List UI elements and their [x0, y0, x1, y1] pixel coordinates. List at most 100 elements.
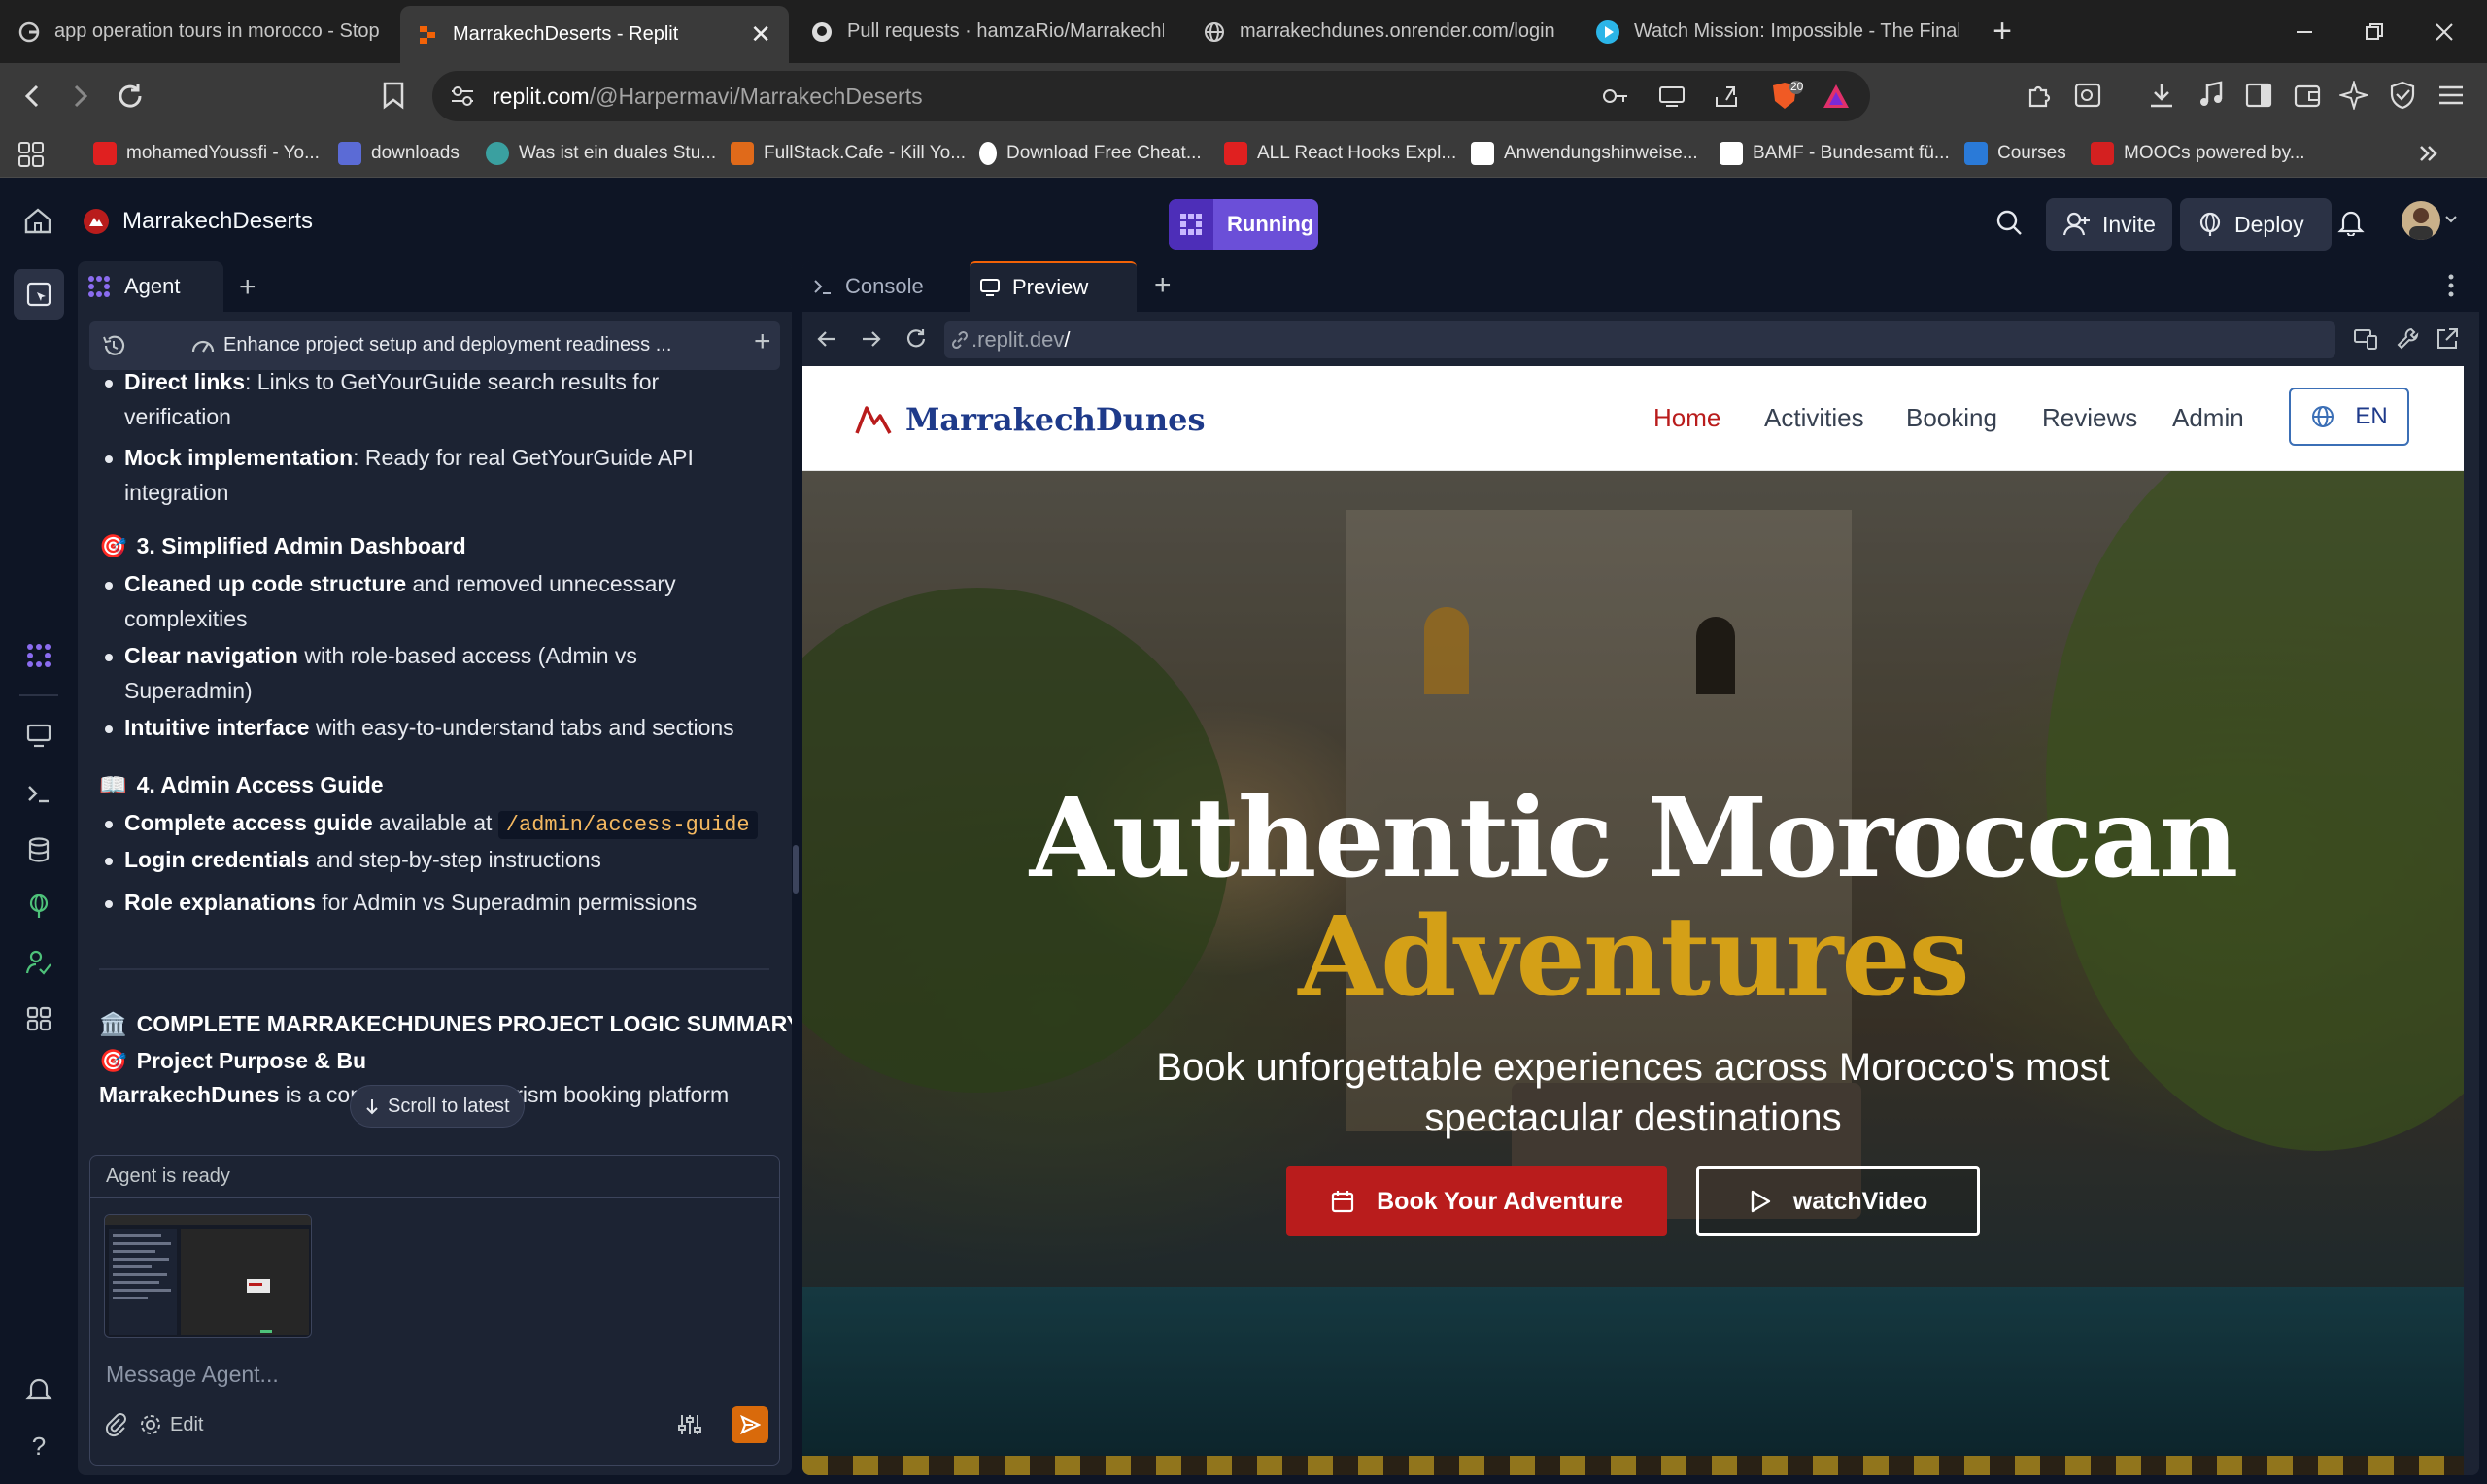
sliders-icon[interactable] [677, 1412, 702, 1437]
music-icon[interactable] [2197, 81, 2227, 110]
close-window-button[interactable] [2409, 0, 2479, 63]
preview-url-bar[interactable]: .replit.dev / [944, 321, 2335, 358]
browser-tab[interactable]: app operation tours in morocco - Stop p [0, 0, 398, 63]
browser-tab[interactable]: marrakechdunes.onrender.com/login [1185, 0, 1574, 63]
chevron-down-icon[interactable] [2444, 215, 2458, 224]
leo-ai-icon[interactable] [2339, 81, 2368, 110]
vpn-shield-icon[interactable] [2388, 81, 2417, 110]
project-name[interactable]: MarrakechDeserts [122, 208, 313, 235]
bookmark-item[interactable]: BAMF - Bundesamt fü... [1720, 129, 1950, 178]
bookmark-item[interactable]: Download Free Cheat... [979, 129, 1202, 178]
bookmark-item[interactable]: downloads [338, 129, 460, 178]
files-toggle-icon[interactable] [14, 269, 64, 320]
extensions-icon[interactable] [2025, 81, 2054, 110]
close-tab-icon[interactable]: ✕ [750, 19, 771, 50]
bookmark-item[interactable]: Courses [1964, 129, 2066, 178]
deployments-globe-icon[interactable] [21, 889, 56, 924]
add-workspace-tab-button[interactable]: + [1154, 269, 1172, 302]
tab-agent[interactable]: Agent [78, 261, 223, 312]
message-input[interactable] [106, 1350, 767, 1399]
deploy-button[interactable]: Deploy [2180, 198, 2332, 251]
globe-icon [1203, 20, 1226, 44]
site-logo[interactable]: MarrakechDunes [855, 401, 1206, 438]
nav-admin[interactable]: Admin [2172, 403, 2244, 433]
site-favicon [1471, 142, 1494, 165]
avatar[interactable] [2402, 201, 2440, 240]
browser-tab-active[interactable]: MarrakechDeserts - Replit ✕ [400, 6, 789, 63]
bookmark-icon[interactable] [381, 81, 406, 110]
all-tools-grid-icon[interactable] [21, 1001, 56, 1036]
devtools-wrench-icon[interactable] [2396, 326, 2421, 352]
history-icon[interactable] [101, 333, 126, 358]
open-new-tab-icon[interactable] [2435, 326, 2460, 352]
edit-button[interactable]: Edit [139, 1410, 203, 1439]
console-terminal-icon[interactable] [21, 776, 56, 811]
language-selector[interactable]: EN [2289, 388, 2409, 446]
site-favicon [979, 142, 997, 165]
tab-preview[interactable]: Preview [970, 261, 1137, 312]
bookmark-item[interactable]: FullStack.Cafe - Kill Yo... [731, 129, 966, 178]
more-bookmarks-icon[interactable] [2415, 141, 2440, 166]
cast-icon[interactable] [1658, 84, 1686, 108]
preview-back-icon[interactable] [816, 327, 839, 351]
brave-rewards-icon[interactable] [1822, 83, 1851, 110]
watch-video-button[interactable]: watchVideo [1696, 1166, 1980, 1236]
preview-forward-icon[interactable] [859, 327, 882, 351]
forward-icon[interactable] [66, 83, 93, 110]
user-settings-icon[interactable] [21, 945, 56, 980]
new-tab-button[interactable]: + [1968, 0, 2036, 63]
minimize-button[interactable] [2269, 0, 2339, 63]
reader-icon[interactable] [2073, 81, 2102, 110]
chat-line: Complete access guide available at /admi… [105, 805, 758, 843]
menu-icon[interactable] [2436, 81, 2466, 110]
alerts-icon[interactable] [21, 1372, 56, 1407]
nav-booking[interactable]: Booking [1906, 403, 1997, 433]
send-button[interactable] [732, 1406, 768, 1443]
key-icon[interactable] [1602, 84, 1629, 108]
search-icon[interactable] [1995, 209, 2023, 236]
browser-tab[interactable]: Pull requests · hamzaRio/MarrakechDun [793, 0, 1181, 63]
preview-scrollbar[interactable] [2466, 366, 2479, 1475]
agent-icon[interactable] [21, 638, 56, 673]
new-chat-button[interactable]: + [754, 325, 771, 358]
bookmark-item[interactable]: Anwendungshinweise... [1471, 129, 1698, 178]
preview-monitor-icon[interactable] [21, 718, 56, 753]
site-settings-icon[interactable] [450, 84, 475, 108]
nav-home[interactable]: Home [1653, 403, 1720, 433]
panel-resize-handle[interactable] [793, 845, 799, 894]
bookmark-item[interactable]: mohamedYoussfi - Yo... [93, 129, 320, 178]
nav-activities[interactable]: Activities [1764, 403, 1864, 433]
home-icon[interactable] [23, 207, 52, 234]
chat-title[interactable]: Enhance project setup and deployment rea… [223, 334, 671, 356]
run-status-button[interactable]: Running [1169, 199, 1318, 250]
devices-icon[interactable] [2353, 327, 2378, 351]
back-icon[interactable] [19, 83, 47, 110]
invite-button[interactable]: Invite [2046, 198, 2172, 251]
wallet-icon[interactable] [2293, 81, 2322, 110]
attached-screenshot-thumbnail[interactable] [104, 1214, 312, 1338]
bookmark-item[interactable]: Was ist ein duales Stu... [486, 129, 716, 178]
sidebar-toggle-icon[interactable] [2244, 81, 2273, 110]
reload-icon[interactable] [115, 81, 146, 112]
tab-console[interactable]: Console [802, 261, 968, 312]
notifications-bell-icon[interactable] [2337, 209, 2365, 236]
more-options-icon[interactable] [2446, 273, 2456, 298]
agent-status: Agent is ready [90, 1156, 779, 1198]
preview-reload-icon[interactable] [903, 326, 929, 352]
bookmark-item[interactable]: MOOCs powered by... [2091, 129, 2305, 178]
restore-button[interactable] [2339, 0, 2409, 63]
brave-shield-icon[interactable]: 20 [1771, 80, 1804, 113]
address-bar[interactable]: replit.com/@Harpermavi/MarrakechDeserts … [432, 71, 1870, 121]
nav-reviews[interactable]: Reviews [2042, 403, 2137, 433]
attach-paperclip-icon[interactable] [104, 1412, 127, 1437]
apps-grid-icon[interactable] [17, 141, 45, 168]
add-tab-button[interactable]: + [239, 271, 256, 304]
book-adventure-button[interactable]: Book Your Adventure [1286, 1166, 1667, 1236]
bookmark-item[interactable]: ALL React Hooks Expl... [1224, 129, 1456, 178]
browser-tab[interactable]: Watch Mission: Impossible - The Final Re [1578, 0, 1976, 63]
scroll-to-latest-button[interactable]: Scroll to latest [350, 1085, 525, 1128]
help-icon[interactable]: ? [21, 1429, 56, 1464]
download-icon[interactable] [2147, 81, 2176, 110]
share-icon[interactable] [1713, 84, 1740, 109]
database-icon[interactable] [21, 832, 56, 867]
